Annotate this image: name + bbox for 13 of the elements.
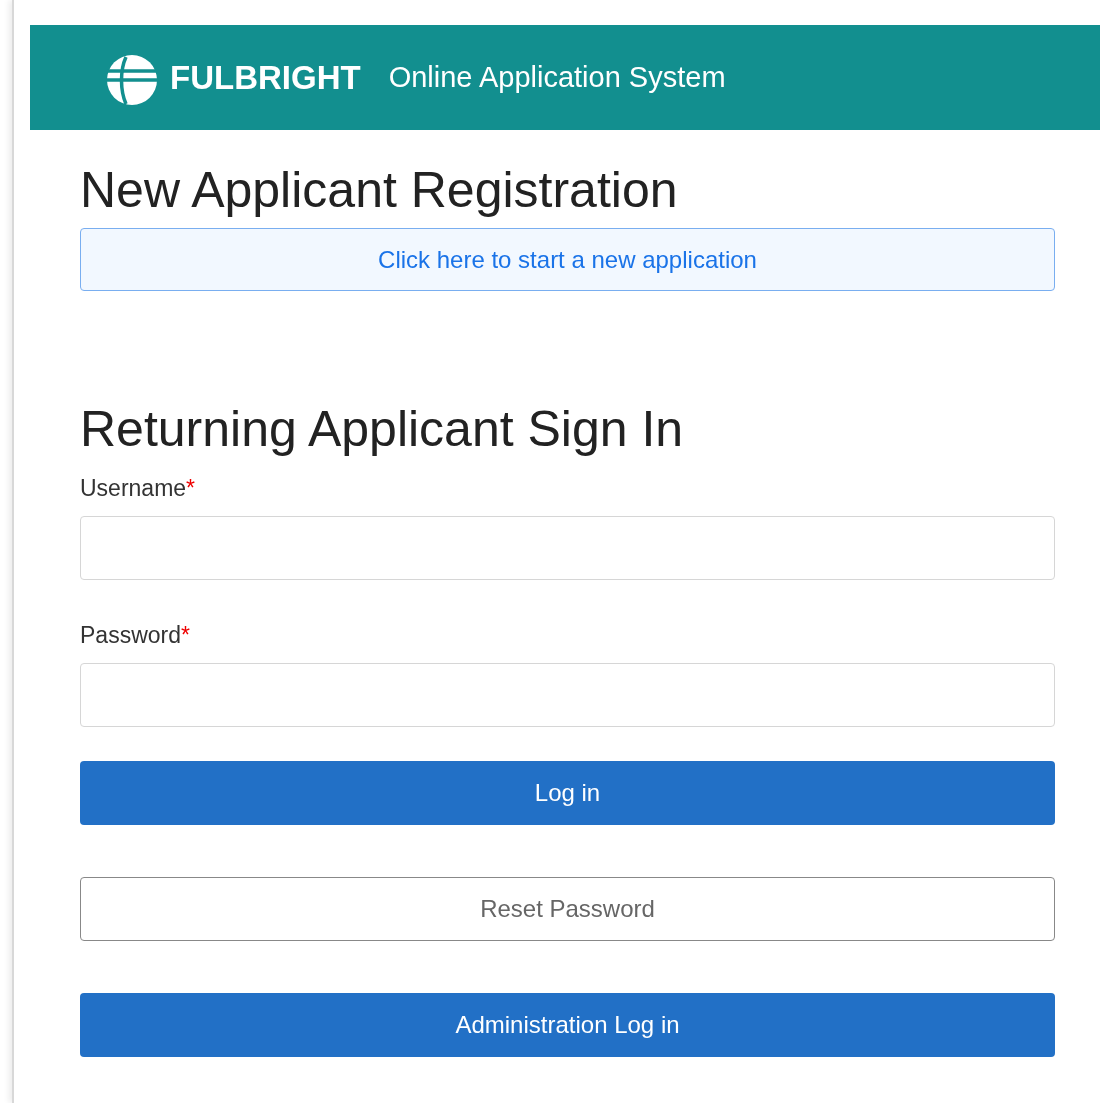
login-button[interactable]: Administration Log in (80, 993, 1055, 1057)
field-label: Password* (80, 622, 191, 649)
brand-name: FULBRIGHT (170, 58, 361, 97)
section-heading: New Applicant Registration (80, 161, 679, 220)
globe-icon (106, 53, 158, 106)
section-heading: Returning Applicant Sign In (80, 400, 685, 459)
field-label: Username* (80, 475, 197, 502)
reset-password-button[interactable]: Reset Password (80, 877, 1055, 941)
new-application-button[interactable]: Click here to start a new application (80, 228, 1055, 291)
site-title: Online Application System (388, 61, 726, 94)
username-field[interactable] (80, 516, 1055, 580)
password-field[interactable] (80, 663, 1055, 727)
login-button[interactable]: Log in (80, 761, 1055, 825)
